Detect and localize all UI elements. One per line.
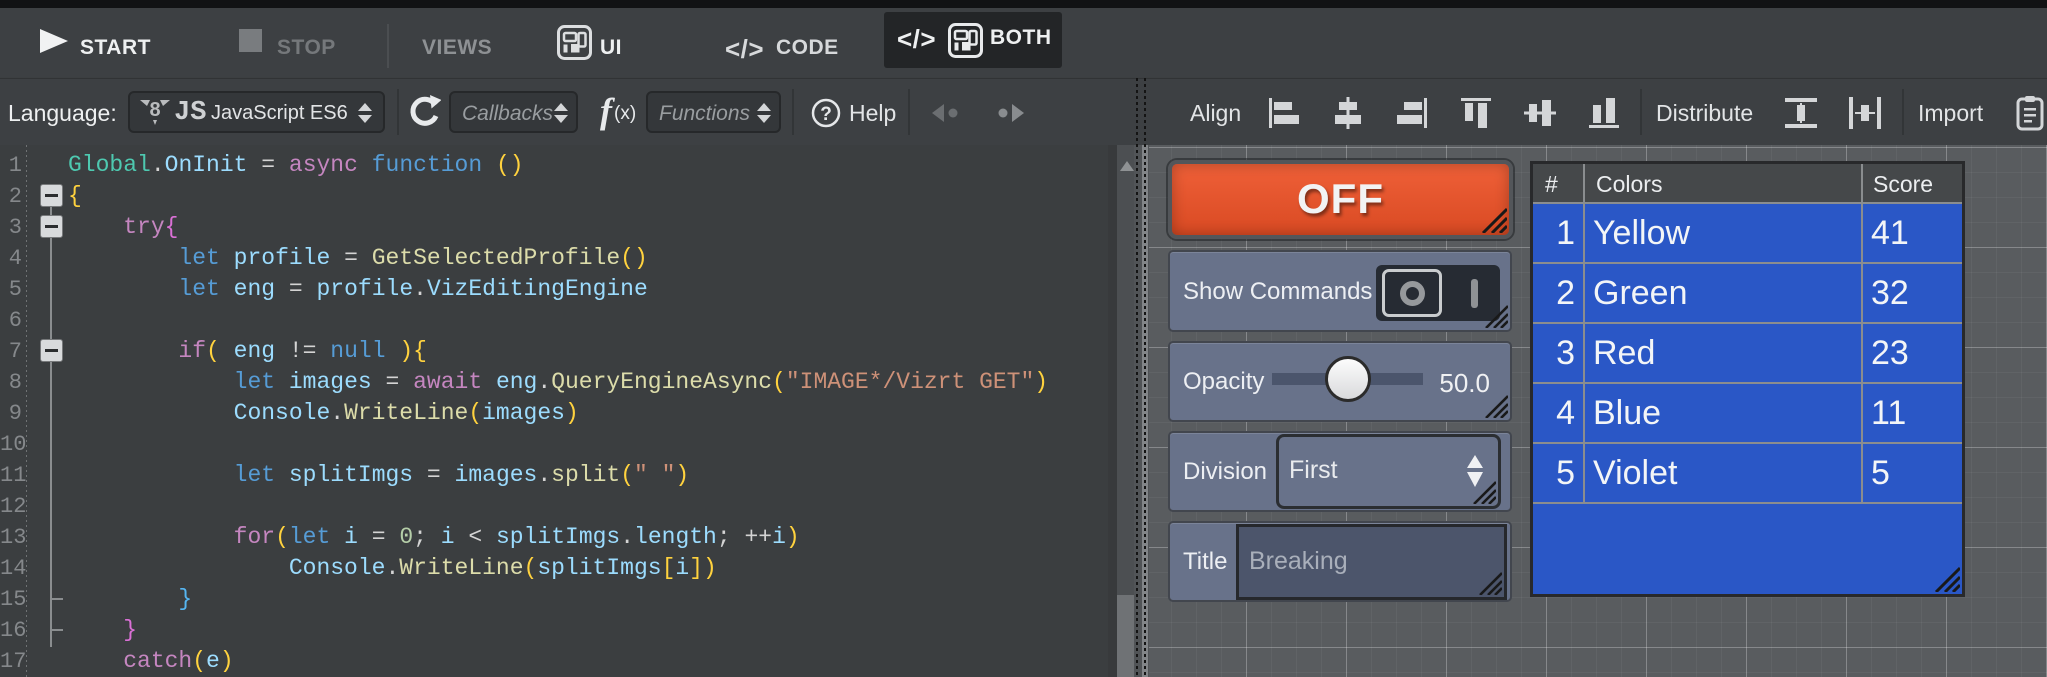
svg-text:8: 8 bbox=[149, 99, 160, 121]
svg-text:?: ? bbox=[820, 104, 832, 125]
